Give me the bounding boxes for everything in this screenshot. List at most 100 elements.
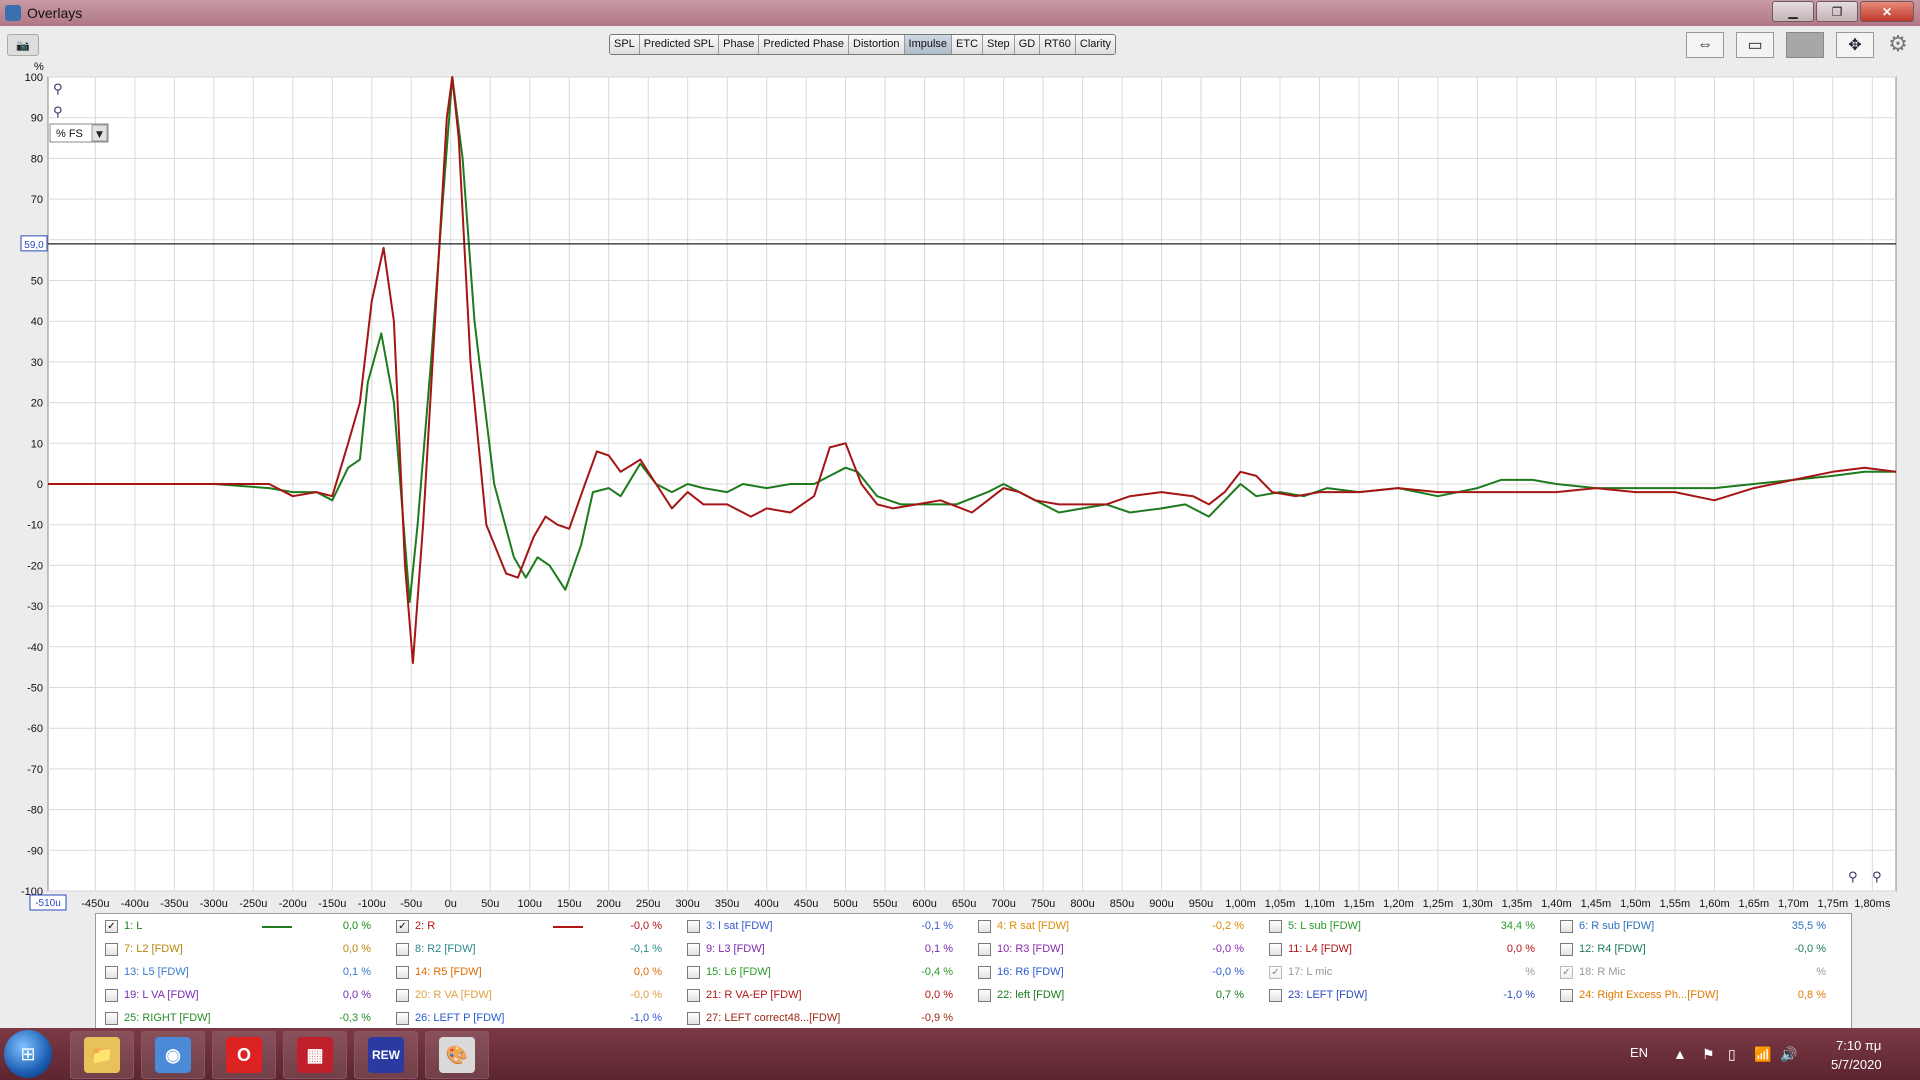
action-center-flag-icon[interactable]: ⚑ bbox=[1702, 1046, 1715, 1063]
limits-button[interactable]: ▭ bbox=[1736, 32, 1774, 58]
legend-checkbox[interactable] bbox=[687, 943, 700, 956]
x-tick-label: 250u bbox=[636, 898, 660, 910]
x-tick-label: 1,75m bbox=[1818, 898, 1849, 910]
x-tick-label: 750u bbox=[1031, 898, 1055, 910]
legend-item: 8: R2 [FDW] -0,1 % bbox=[393, 941, 662, 959]
tab-clarity[interactable]: Clarity bbox=[1075, 35, 1116, 54]
x-tick-label: 1,20m bbox=[1383, 898, 1414, 910]
y-tick-label: 100 bbox=[25, 72, 43, 84]
rew-app[interactable]: REW bbox=[354, 1031, 418, 1079]
start-button[interactable]: ⊞ bbox=[4, 1030, 52, 1078]
legend-checkbox[interactable] bbox=[1269, 989, 1282, 1002]
tab-step[interactable]: Step bbox=[983, 35, 1015, 54]
explorer-app[interactable]: 📁 bbox=[70, 1031, 134, 1079]
y-tick-label: 50 bbox=[31, 276, 43, 288]
volume-icon[interactable]: 🔊 bbox=[1780, 1046, 1797, 1063]
legend-item-value: 35,5 % bbox=[1791, 920, 1826, 932]
legend-checkbox[interactable]: ✓ bbox=[1269, 966, 1282, 979]
x-tick-label: 1,65m bbox=[1739, 898, 1770, 910]
legend-checkbox[interactable] bbox=[978, 966, 991, 979]
network-icon[interactable]: 📶 bbox=[1754, 1046, 1771, 1063]
paint-app[interactable]: 🎨 bbox=[425, 1031, 489, 1079]
language-indicator[interactable]: EN bbox=[1630, 1045, 1648, 1060]
legend-checkbox[interactable] bbox=[1269, 943, 1282, 956]
screenshot-button[interactable]: 📷 bbox=[7, 34, 39, 56]
chrome-app[interactable]: ◉ bbox=[141, 1031, 205, 1079]
legend-checkbox[interactable] bbox=[105, 943, 118, 956]
tab-distortion[interactable]: Distortion bbox=[849, 35, 905, 54]
tab-phase[interactable]: Phase bbox=[719, 35, 760, 54]
tab-impulse[interactable]: Impulse bbox=[904, 35, 953, 54]
folder-icon: 📁 bbox=[84, 1037, 120, 1073]
legend-checkbox[interactable] bbox=[687, 1012, 700, 1025]
tab-spl[interactable]: SPL bbox=[610, 35, 640, 54]
legend-item-label: 15: L6 [FDW] bbox=[706, 966, 771, 978]
legend-item-value: 0,8 % bbox=[1797, 989, 1826, 1001]
clock-date[interactable]: 5/7/2020 bbox=[1831, 1057, 1882, 1072]
legend-checkbox[interactable] bbox=[978, 920, 991, 933]
close-button[interactable]: ✕ bbox=[1860, 1, 1914, 22]
legend-checkbox[interactable] bbox=[105, 989, 118, 1002]
minimize-button[interactable]: ▁ bbox=[1772, 1, 1814, 22]
legend-checkbox[interactable]: ✓ bbox=[396, 920, 409, 933]
legend-item-value: 0,0 % bbox=[342, 920, 371, 932]
x-tick-label: 650u bbox=[952, 898, 976, 910]
zoom-out-y-icon[interactable]: ⚲ bbox=[53, 105, 63, 120]
legend-item: 3: l sat [FDW] -0,1 % bbox=[684, 918, 953, 936]
zoom-in-y-icon[interactable]: ⚲ bbox=[53, 82, 63, 97]
legend-item: 27: LEFT correct48...[FDW] -0,9 % bbox=[684, 1010, 953, 1028]
legend-item-label: 8: R2 [FDW] bbox=[415, 943, 476, 955]
tab-etc[interactable]: ETC bbox=[952, 35, 984, 54]
legend-checkbox[interactable] bbox=[687, 920, 700, 933]
legend-item: 13: L5 [FDW] 0,1 % bbox=[102, 964, 371, 982]
x-tick-label: 1,80ms bbox=[1854, 898, 1891, 910]
settings-button[interactable]: ⚙ bbox=[1886, 31, 1910, 56]
legend-checkbox[interactable] bbox=[396, 966, 409, 979]
legend-checkbox[interactable] bbox=[978, 943, 991, 956]
maximize-button[interactable]: ❐ bbox=[1816, 1, 1858, 22]
legend-checkbox[interactable] bbox=[396, 943, 409, 956]
align-traces-button[interactable]: ⇔ bbox=[1686, 32, 1724, 58]
app-red[interactable]: ▦ bbox=[283, 1031, 347, 1079]
controls-button[interactable] bbox=[1786, 32, 1824, 58]
legend-checkbox[interactable] bbox=[1560, 920, 1573, 933]
legend-item-value: -0,2 % bbox=[1212, 920, 1244, 932]
power-icon[interactable]: ▯ bbox=[1728, 1046, 1736, 1063]
tab-gd[interactable]: GD bbox=[1014, 35, 1041, 54]
grid-app-icon: ▦ bbox=[297, 1037, 333, 1073]
window-title: Overlays bbox=[27, 5, 83, 21]
zoom-fit-button[interactable]: ✥ bbox=[1836, 32, 1874, 58]
legend-checkbox[interactable]: ✓ bbox=[105, 920, 118, 933]
legend-checkbox[interactable] bbox=[1560, 943, 1573, 956]
opera-app[interactable]: O bbox=[212, 1031, 276, 1079]
legend-checkbox[interactable] bbox=[396, 989, 409, 1002]
tab-predicted-phase[interactable]: Predicted Phase bbox=[759, 35, 850, 54]
legend-checkbox[interactable] bbox=[687, 989, 700, 1002]
legend-checkbox[interactable]: ✓ bbox=[1560, 966, 1573, 979]
zoom-in-x-icon[interactable]: ⚲ bbox=[1848, 870, 1858, 885]
x-tick-label: 1,50m bbox=[1620, 898, 1651, 910]
limits-icon: ▭ bbox=[1747, 37, 1763, 54]
tab-rt60[interactable]: RT60 bbox=[1040, 35, 1076, 54]
x-tick-label: -450u bbox=[81, 898, 109, 910]
legend-item-label: 3: l sat [FDW] bbox=[706, 920, 773, 932]
legend-checkbox[interactable] bbox=[1560, 989, 1573, 1002]
x-tick-label: 950u bbox=[1189, 898, 1213, 910]
legend-checkbox[interactable] bbox=[1269, 920, 1282, 933]
zoom-out-x-icon[interactable]: ⚲ bbox=[1872, 870, 1882, 885]
legend-checkbox[interactable] bbox=[396, 1012, 409, 1025]
y-tick-label: 70 bbox=[31, 194, 43, 206]
x-tick-label: 1,60m bbox=[1699, 898, 1730, 910]
legend-item-label: 10: R3 [FDW] bbox=[997, 943, 1064, 955]
legend-checkbox[interactable] bbox=[978, 989, 991, 1002]
show-hidden-icons-icon[interactable]: ▲ bbox=[1673, 1046, 1687, 1062]
legend-item-value: -0,0 % bbox=[630, 920, 662, 932]
camera-icon: 📷 bbox=[16, 39, 30, 52]
legend-checkbox[interactable] bbox=[687, 966, 700, 979]
impulse-graph[interactable]: 1009080706050403020100-10-20-30-40-50-60… bbox=[0, 61, 1920, 917]
tab-predicted-spl[interactable]: Predicted SPL bbox=[639, 35, 720, 54]
legend-checkbox[interactable] bbox=[105, 966, 118, 979]
legend-checkbox[interactable] bbox=[105, 1012, 118, 1025]
clock-time[interactable]: 7:10 πμ bbox=[1836, 1038, 1881, 1053]
impulse-chart-svg[interactable]: 1009080706050403020100-10-20-30-40-50-60… bbox=[0, 61, 1920, 917]
